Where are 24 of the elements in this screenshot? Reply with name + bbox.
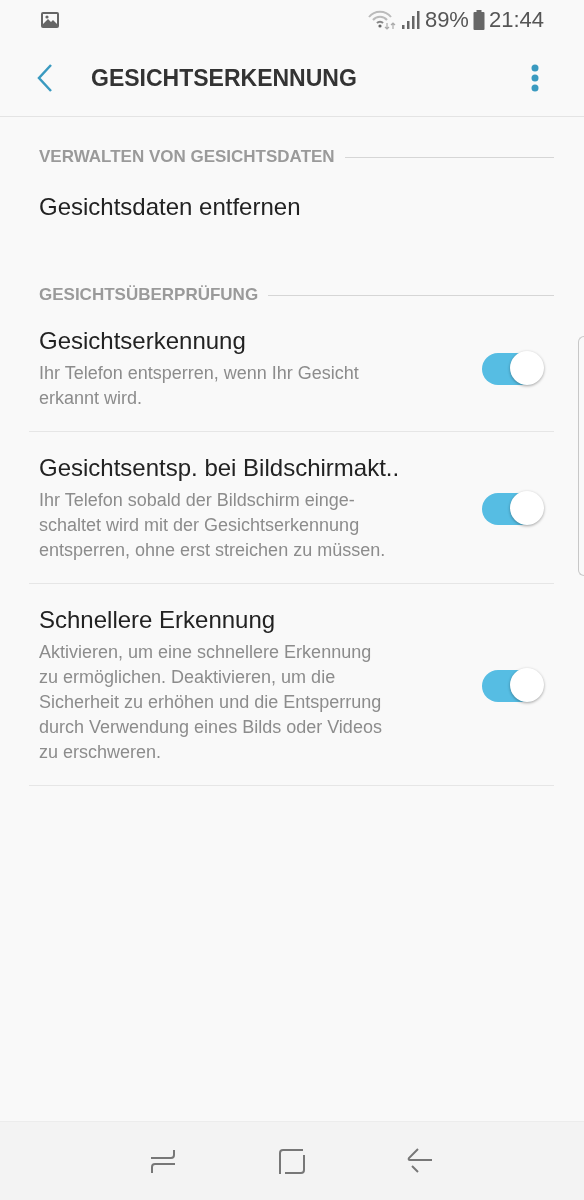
gallery-icon (40, 11, 60, 29)
setting-title: Gesichtsentsp. bei Bildschirmakt.. (39, 454, 401, 482)
wifi-icon (366, 10, 397, 30)
battery-icon (472, 10, 485, 30)
toggle-switch[interactable] (482, 353, 542, 385)
section-header: VERWALTEN VON GESICHTSDATEN (39, 147, 335, 167)
toggle-switch[interactable] (482, 669, 542, 702)
signal-icon (400, 10, 421, 30)
clock: 21:44 (488, 7, 544, 33)
toggle-switch[interactable] (482, 492, 542, 525)
screen-title: GESICHTSERKENNUNG (91, 64, 358, 92)
setting-description: Ihr Telefon sobald der Bildschirm einge- schaltet wird mit der Gesichtserkennung entsperren, ohne erst streichen zu müssen. (39, 489, 387, 562)
recent-apps-icon[interactable] (150, 1147, 178, 1175)
section-header: GESICHTSÜBERPRÜFUNG (39, 285, 259, 305)
battery-percent: 89% (424, 7, 469, 33)
setting-description: Ihr Telefon entsperren, wenn Ihr Gesicht erkannt wird. (39, 362, 360, 410)
setting-title: Schnellere Erkennung (39, 606, 277, 634)
setting-title: Gesichtserkennung (39, 327, 247, 355)
setting-description: Aktivieren, um eine schnellere Erkennung zu ermöglichen. Deaktivieren, um die Sicherheit zu erhöhen und die Entsperrung durch Verwendung eines Bilds oder Videos zu erschweren. (39, 641, 383, 764)
back-icon[interactable] (37, 63, 53, 93)
back-icon[interactable] (406, 1147, 434, 1175)
home-icon[interactable] (278, 1147, 306, 1175)
setting-title[interactable]: Gesichtsdaten entfernen (39, 193, 301, 220)
more-options-icon[interactable] (530, 64, 540, 92)
